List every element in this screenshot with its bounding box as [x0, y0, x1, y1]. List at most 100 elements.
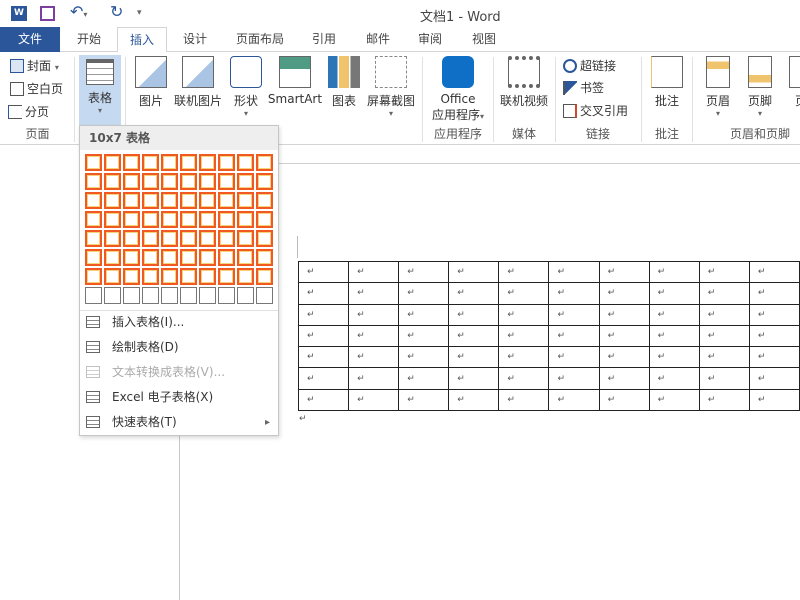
table-cell[interactable]: ↵: [648, 260, 700, 284]
comment-button[interactable]: 批注: [648, 56, 686, 109]
grid-cell[interactable]: [142, 230, 159, 247]
grid-cell[interactable]: [237, 230, 254, 247]
grid-cell[interactable]: [256, 268, 273, 285]
grid-cell[interactable]: [161, 173, 178, 190]
grid-cell[interactable]: [180, 287, 197, 304]
grid-cell[interactable]: [218, 192, 235, 209]
grid-cell[interactable]: [218, 211, 235, 228]
grid-cell[interactable]: [218, 154, 235, 171]
table-cell[interactable]: ↵: [498, 282, 550, 305]
grid-cell[interactable]: [199, 268, 216, 285]
grid-cell[interactable]: [161, 211, 178, 228]
grid-cell[interactable]: [180, 173, 197, 190]
grid-cell[interactable]: [104, 268, 121, 285]
table-cell[interactable]: ↵: [448, 324, 500, 348]
table-cell[interactable]: ↵: [548, 303, 600, 326]
table-cell[interactable]: ↵: [648, 324, 700, 348]
hyperlink-button[interactable]: 超链接: [563, 56, 616, 76]
grid-cell[interactable]: [180, 154, 197, 171]
table-cell[interactable]: ↵: [698, 346, 750, 369]
table-cell[interactable]: ↵: [748, 388, 800, 412]
grid-cell[interactable]: [199, 249, 216, 266]
table-cell[interactable]: ↵: [398, 324, 450, 348]
table-cell[interactable]: ↵: [748, 346, 800, 369]
grid-cell[interactable]: [237, 154, 254, 171]
table-cell[interactable]: ↵: [698, 388, 750, 412]
table-cell[interactable]: ↵: [398, 260, 450, 284]
cross-reference-button[interactable]: 交叉引用: [563, 101, 628, 121]
table-cell[interactable]: ↵: [598, 303, 650, 326]
table-cell[interactable]: ↵: [748, 260, 800, 284]
table-cell[interactable]: ↵: [598, 388, 650, 412]
grid-cell[interactable]: [85, 287, 102, 304]
picture-button[interactable]: 图片: [132, 56, 170, 109]
table-cell[interactable]: ↵: [748, 303, 800, 326]
grid-cell[interactable]: [104, 249, 121, 266]
grid-cell[interactable]: [180, 192, 197, 209]
blank-page-button[interactable]: 空白页: [10, 79, 63, 99]
table-cell[interactable]: ↵: [598, 282, 650, 305]
tab-mailings[interactable]: 邮件: [356, 27, 400, 52]
table-cell[interactable]: ↵: [548, 367, 600, 390]
table-cell[interactable]: ↵: [598, 346, 650, 369]
grid-cell[interactable]: [161, 230, 178, 247]
table-cell[interactable]: ↵: [748, 324, 800, 348]
grid-cell[interactable]: [123, 249, 140, 266]
grid-cell[interactable]: [85, 192, 102, 209]
tab-design[interactable]: 设计: [172, 27, 218, 52]
table-cell[interactable]: ↵: [748, 367, 800, 390]
bookmark-button[interactable]: 书签: [563, 78, 604, 98]
table-cell[interactable]: ↵: [648, 346, 700, 369]
table-cell[interactable]: ↵: [598, 324, 650, 348]
table-cell[interactable]: ↵: [648, 282, 700, 305]
grid-cell[interactable]: [161, 268, 178, 285]
grid-cell[interactable]: [218, 249, 235, 266]
table-cell[interactable]: ↵: [448, 346, 500, 369]
grid-cell[interactable]: [142, 192, 159, 209]
table-cell[interactable]: ↵: [698, 260, 750, 284]
table-cell[interactable]: ↵: [498, 303, 550, 326]
grid-cell[interactable]: [104, 287, 121, 304]
grid-cell[interactable]: [199, 154, 216, 171]
table-cell[interactable]: ↵: [498, 388, 550, 412]
grid-cell[interactable]: [123, 268, 140, 285]
table-cell[interactable]: ↵: [498, 367, 550, 390]
page-break-button[interactable]: 分页: [8, 102, 49, 122]
table-cell[interactable]: ↵: [698, 324, 750, 348]
table-cell[interactable]: ↵: [648, 388, 700, 412]
quick-tables-item[interactable]: 快速表格(T) ▸: [80, 410, 278, 435]
grid-cell[interactable]: [123, 173, 140, 190]
cover-page-button[interactable]: 封面 ▾: [10, 56, 59, 76]
table-cell[interactable]: ↵: [548, 282, 600, 305]
table-cell[interactable]: ↵: [448, 367, 500, 390]
grid-cell[interactable]: [256, 173, 273, 190]
grid-cell[interactable]: [85, 249, 102, 266]
draw-table-item[interactable]: 绘制表格(D): [80, 335, 278, 360]
grid-cell[interactable]: [180, 268, 197, 285]
grid-cell[interactable]: [123, 154, 140, 171]
grid-cell[interactable]: [104, 230, 121, 247]
grid-cell[interactable]: [123, 287, 140, 304]
grid-cell[interactable]: [142, 249, 159, 266]
tab-review[interactable]: 审阅: [408, 27, 452, 52]
table-cell[interactable]: ↵: [398, 388, 450, 412]
table-cell[interactable]: ↵: [598, 260, 650, 284]
shapes-button[interactable]: 形状 ▾: [228, 56, 264, 118]
grid-cell[interactable]: [104, 154, 121, 171]
smartart-button[interactable]: SmartArt: [267, 56, 323, 106]
grid-cell[interactable]: [104, 192, 121, 209]
office-apps-button[interactable]: Office 应用程序▾: [428, 56, 488, 123]
table-cell[interactable]: ↵: [297, 388, 350, 412]
grid-cell[interactable]: [199, 211, 216, 228]
table-cell[interactable]: ↵: [297, 367, 350, 390]
grid-cell[interactable]: [161, 249, 178, 266]
table-cell[interactable]: ↵: [548, 324, 600, 348]
table-cell[interactable]: ↵: [548, 346, 600, 369]
grid-cell[interactable]: [142, 211, 159, 228]
grid-cell[interactable]: [237, 173, 254, 190]
grid-cell[interactable]: [256, 154, 273, 171]
grid-cell[interactable]: [85, 230, 102, 247]
table-cell[interactable]: ↵: [748, 282, 800, 305]
grid-cell[interactable]: [142, 173, 159, 190]
tab-references[interactable]: 引用: [302, 27, 346, 52]
